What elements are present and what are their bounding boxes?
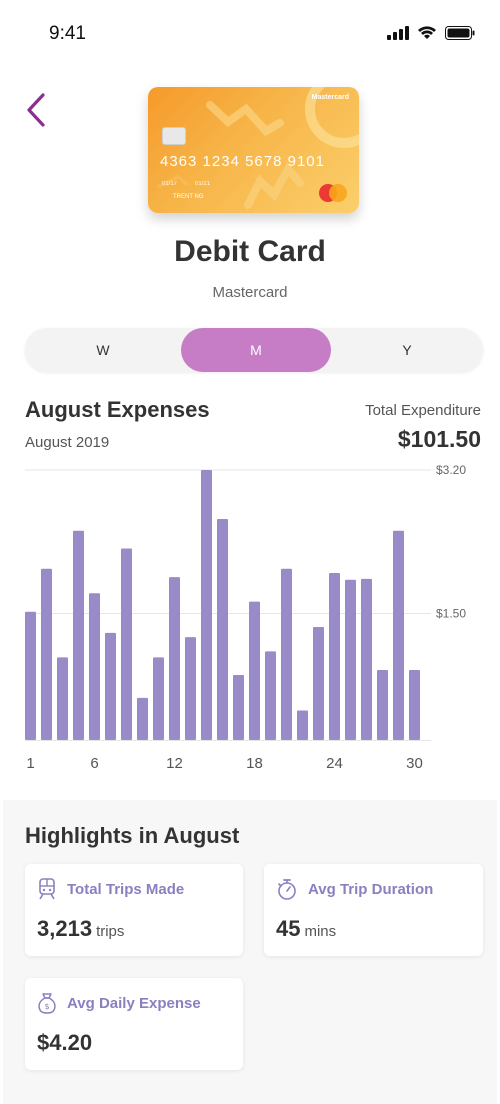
period-segmented-control: W M Y bbox=[25, 328, 483, 372]
x-tick-label: 18 bbox=[246, 755, 263, 772]
total-expenditure-value: $101.50 bbox=[397, 426, 481, 452]
chart-bar[interactable] bbox=[377, 669, 388, 740]
chart-bar[interactable] bbox=[297, 710, 308, 740]
tab-month[interactable]: M bbox=[181, 328, 331, 372]
wifi-icon bbox=[418, 26, 436, 39]
card-holder: TRENT NG bbox=[173, 194, 204, 200]
card-dates: 01/17 01/21 bbox=[162, 181, 210, 187]
highlight-number: $4.20 bbox=[37, 1030, 93, 1055]
chart-bar[interactable] bbox=[121, 548, 132, 740]
x-tick-label: 1 bbox=[26, 755, 34, 772]
highlight-number: 3,213 bbox=[37, 916, 93, 941]
phone-screen: 9:41 Mastercard 4363 1234 5678 9101 01/1… bbox=[3, 0, 497, 1104]
money-bag-icon: $ bbox=[38, 993, 56, 1014]
expenses-title: August Expenses bbox=[25, 397, 210, 422]
highlights-title: Highlights in August bbox=[25, 823, 240, 848]
card-valid-thru: 01/21 bbox=[195, 181, 211, 187]
x-tick-label: 24 bbox=[326, 755, 343, 772]
chart-bar[interactable] bbox=[233, 675, 244, 740]
tab-year[interactable]: Y bbox=[331, 328, 483, 372]
highlight-value: 45 mins bbox=[276, 916, 336, 942]
tab-week[interactable]: W bbox=[25, 328, 181, 372]
highlight-value: 3,213 trips bbox=[37, 916, 124, 942]
page-title: Debit Card bbox=[174, 235, 326, 268]
debit-card-image: Mastercard 4363 1234 5678 9101 01/17 01/… bbox=[148, 87, 359, 213]
highlight-number: 45 bbox=[276, 916, 301, 941]
chart-bar[interactable] bbox=[73, 530, 84, 740]
chart-bar[interactable] bbox=[57, 657, 68, 740]
chart-bar[interactable] bbox=[313, 626, 324, 740]
expenses-bar-chart: $3.20 $1.50 1 6 12 18 24 30 bbox=[25, 463, 466, 772]
highlight-card-total-trips[interactable]: Total Trips Made 3,213 trips bbox=[25, 864, 243, 956]
card-valid-from: 01/17 bbox=[162, 181, 178, 187]
chart-bar[interactable] bbox=[265, 651, 276, 740]
status-bar: 9:41 bbox=[3, 0, 497, 64]
highlight-value: $4.20 bbox=[37, 1030, 92, 1056]
chart-bar[interactable] bbox=[25, 611, 36, 740]
chart-bar[interactable] bbox=[201, 470, 212, 740]
train-icon bbox=[39, 878, 55, 900]
chart-bar[interactable] bbox=[169, 577, 180, 740]
back-button[interactable] bbox=[23, 92, 53, 128]
chart-bar[interactable] bbox=[249, 601, 260, 740]
highlight-card-avg-trip-duration[interactable]: Avg Trip Duration 45 mins bbox=[264, 864, 483, 956]
chart-bar[interactable] bbox=[281, 568, 292, 740]
x-tick-label: 30 bbox=[406, 755, 423, 772]
stopwatch-icon bbox=[278, 879, 296, 900]
x-tick-label: 12 bbox=[166, 755, 183, 772]
chart-bar[interactable] bbox=[217, 518, 228, 740]
card-brand: Mastercard bbox=[311, 94, 349, 101]
chart-bar[interactable] bbox=[41, 568, 52, 740]
cellular-signal-icon bbox=[387, 26, 409, 40]
mastercard-logo-icon bbox=[319, 184, 347, 202]
status-icons bbox=[387, 24, 475, 42]
card-number: 4363 1234 5678 9101 bbox=[160, 153, 325, 170]
highlight-label: Avg Daily Expense bbox=[67, 994, 201, 1012]
chart-bar[interactable] bbox=[137, 697, 148, 740]
chart-bar[interactable] bbox=[393, 530, 404, 740]
highlight-card-avg-daily-expense[interactable]: $ Avg Daily Expense $4.20 bbox=[25, 978, 243, 1070]
highlight-unit: mins bbox=[304, 923, 337, 940]
battery-icon bbox=[445, 26, 475, 40]
highlight-unit: trips bbox=[96, 923, 125, 940]
total-expenditure-label: Total Expenditure bbox=[365, 402, 481, 419]
highlight-label: Total Trips Made bbox=[67, 880, 185, 898]
y-tick-label: $1.50 bbox=[436, 606, 466, 620]
chart-bar[interactable] bbox=[185, 637, 196, 740]
status-time: 9:41 bbox=[49, 23, 86, 44]
svg-text:$: $ bbox=[44, 1002, 49, 1011]
chart-bar[interactable] bbox=[345, 579, 356, 740]
chart-bar[interactable] bbox=[409, 669, 420, 740]
expenses-period: August 2019 bbox=[25, 434, 110, 451]
page-subtitle: Mastercard bbox=[212, 284, 288, 301]
chart-bar[interactable] bbox=[361, 578, 372, 740]
chart-bar[interactable] bbox=[329, 572, 340, 740]
chart-bar[interactable] bbox=[153, 657, 164, 740]
chevron-left-icon bbox=[27, 93, 45, 127]
chart-bar[interactable] bbox=[89, 593, 100, 740]
y-tick-label: $3.20 bbox=[436, 463, 466, 477]
highlight-label: Avg Trip Duration bbox=[308, 880, 434, 898]
chart-bar[interactable] bbox=[105, 632, 116, 740]
x-tick-label: 6 bbox=[90, 755, 98, 772]
card-chip-icon bbox=[162, 127, 186, 145]
